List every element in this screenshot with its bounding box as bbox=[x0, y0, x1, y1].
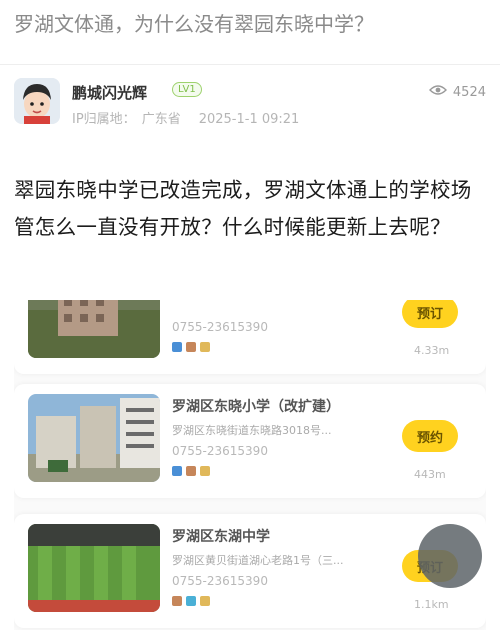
divider bbox=[0, 64, 500, 65]
view-count-number: 4524 bbox=[452, 84, 486, 100]
venue-thumbnail bbox=[28, 524, 160, 612]
author-name[interactable]: 鹏城闪光辉 bbox=[72, 82, 147, 103]
view-count: 4524 bbox=[428, 84, 486, 100]
venue-phone: 0755-23615390 bbox=[172, 320, 268, 334]
venue-name: 罗湖区东晓小学（改扩建） bbox=[172, 399, 340, 415]
venue-distance: 443m bbox=[414, 468, 446, 481]
venue-address: 罗湖区黄贝街道湖心老路1号（三... bbox=[172, 554, 344, 567]
venue-thumbnail bbox=[28, 300, 160, 358]
venue-distance: 4.33m bbox=[414, 344, 450, 357]
page-title: 罗湖文体通，为什么没有翠园东晓中学？ bbox=[14, 12, 374, 36]
avatar[interactable] bbox=[14, 78, 60, 124]
tag-icon bbox=[200, 596, 210, 606]
tag-icon bbox=[186, 596, 196, 606]
venue-card[interactable]: 罗湖区东晓小学（改扩建） 罗湖区东晓街道东晓路3018号... 0755-236… bbox=[14, 384, 486, 498]
book-button[interactable]: 预约 bbox=[402, 420, 458, 452]
post-body: 翠园东晓中学已改造完成，罗湖文体通上的学校场管怎么一直没有开放？什么时候能更新上… bbox=[14, 178, 472, 239]
venue-phone: 0755-23615390 bbox=[172, 444, 268, 458]
venue-thumbnail bbox=[28, 394, 160, 482]
tag-icon bbox=[172, 466, 182, 476]
tag-icon bbox=[200, 342, 210, 352]
book-button[interactable]: 预订 bbox=[402, 300, 458, 328]
venue-distance: 1.1km bbox=[414, 598, 449, 611]
venue-name: 罗湖区东湖中学 bbox=[172, 529, 270, 545]
ip-province: 广东省 bbox=[141, 112, 181, 127]
eye-icon bbox=[428, 84, 447, 100]
tag-icon bbox=[172, 596, 182, 606]
tag-icon bbox=[186, 342, 196, 352]
tag-icon bbox=[200, 466, 210, 476]
tag-icon bbox=[172, 342, 182, 352]
venue-tags bbox=[172, 466, 210, 476]
level-badge: LV1 bbox=[172, 82, 202, 97]
venue-tags bbox=[172, 596, 210, 606]
meta-line: IP归属地： 广东省 2025-1-1 09:21 bbox=[72, 108, 305, 127]
venue-phone: 0755-23615390 bbox=[172, 574, 268, 588]
post-timestamp: 2025-1-1 09:21 bbox=[198, 112, 300, 127]
venue-card[interactable]: 0755-23615390 预订 4.33m bbox=[14, 300, 486, 374]
venue-tags bbox=[172, 342, 210, 352]
venue-card[interactable]: 罗湖区东湖中学 罗湖区黄贝街道湖心老路1号（三... 0755-23615390… bbox=[14, 514, 486, 628]
author-row: 鹏城闪光辉 LV1 IP归属地： 广东省 2025-1-1 09:21 4524 bbox=[14, 78, 486, 128]
floating-action-button[interactable] bbox=[418, 524, 482, 588]
embedded-screenshot[interactable]: 0755-23615390 预订 4.33m 罗湖区东晓小学（改扩建） 罗湖区东… bbox=[14, 300, 486, 630]
venue-address: 罗湖区东晓街道东晓路3018号... bbox=[172, 424, 332, 437]
tag-icon bbox=[186, 466, 196, 476]
ip-location-label: IP归属地： bbox=[72, 112, 136, 127]
